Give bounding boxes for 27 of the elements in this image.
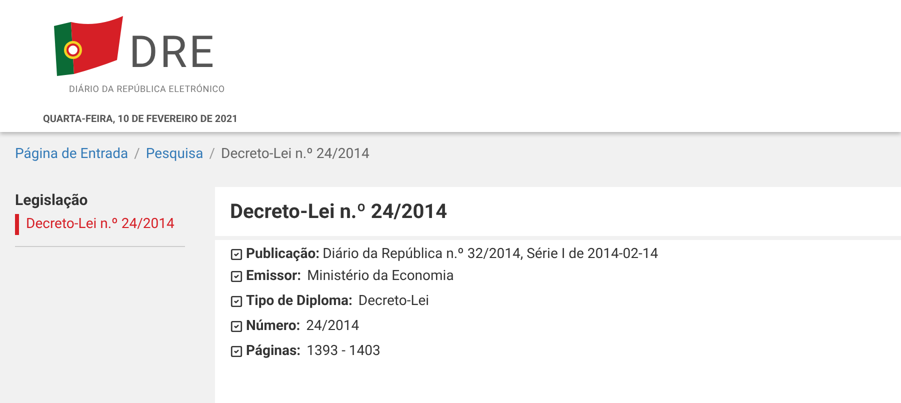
checkbox-icon <box>230 345 243 358</box>
field-label: Emissor: <box>246 267 302 286</box>
document-title: Decreto-Lei n.º 24/2014 <box>215 187 901 240</box>
flag-logo-icon <box>51 16 125 76</box>
breadcrumb-separator: / <box>134 145 140 164</box>
checkbox-icon <box>230 270 243 283</box>
field-value: Decreto-Lei <box>358 292 430 311</box>
logo-subtitle: DIÁRIO DA REPÚBLICA ELETRÓNICO <box>69 84 226 97</box>
field-value: 1393 - 1403 <box>306 342 380 361</box>
field-value: Diário da República n.º 32/2014, Série I de 2014-02-14 <box>322 244 658 264</box>
sidebar-item[interactable]: Decreto-Lei n.º 24/2014 <box>15 214 185 234</box>
checkbox-icon <box>230 320 243 333</box>
date-text: QUARTA-FEIRA, 10 DE FEVEREIRO DE 2021 <box>43 112 239 126</box>
field-label: Publicação: <box>246 244 320 264</box>
sidebar-title: Legislação <box>15 190 89 211</box>
field-label: Tipo de Diploma: <box>246 292 352 311</box>
field-value: Ministério da Economia <box>307 267 454 286</box>
field-label: Páginas: <box>246 342 301 361</box>
breadcrumb-separator: / <box>209 145 215 164</box>
checkbox-icon <box>230 248 243 260</box>
field-label: Número: <box>246 317 300 336</box>
field-value: 24/2014 <box>306 317 360 336</box>
logo-text: DRE <box>129 30 216 74</box>
checkbox-icon <box>230 295 243 308</box>
breadcrumb-current: Decreto-Lei n.º 24/2014 <box>221 145 370 164</box>
breadcrumb-link[interactable]: Página de Entrada <box>15 144 128 165</box>
breadcrumb-link[interactable]: Pesquisa <box>146 144 204 165</box>
